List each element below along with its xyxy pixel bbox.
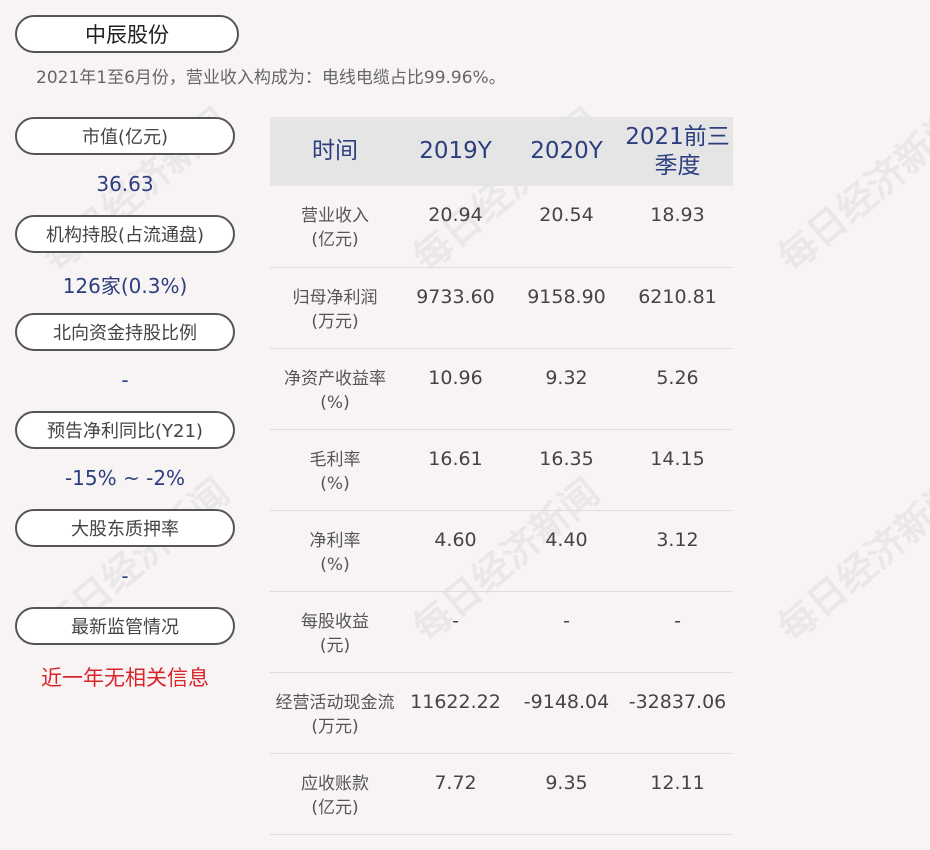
row-label: 净利率 (%) bbox=[270, 510, 400, 592]
table-row: 应收账款 (亿元) 7.72 9.35 12.11 bbox=[270, 753, 733, 835]
header-2019: 2019Y bbox=[400, 117, 511, 186]
cell-value: 9733.60 bbox=[400, 267, 511, 349]
market-cap-label: 市值(亿元) bbox=[15, 117, 235, 155]
cell-value: 11622.22 bbox=[400, 672, 511, 754]
cell-value: 9.32 bbox=[511, 348, 622, 430]
company-title: 中辰股份 bbox=[15, 15, 239, 53]
revenue-composition-note: 2021年1至6月份，营业收入构成为：电线电缆占比99.96%。 bbox=[36, 68, 506, 88]
cell-value: -9148.04 bbox=[511, 672, 622, 754]
table-row: 归母净利润 (万元) 9733.60 9158.90 6210.81 bbox=[270, 267, 733, 349]
market-cap-value: 36.63 bbox=[96, 172, 154, 196]
row-label: 经营活动现金流 (万元) bbox=[270, 672, 400, 754]
table-row: 每股收益 (元) - - - bbox=[270, 591, 733, 673]
cell-value: - bbox=[511, 591, 622, 673]
profit-forecast-value: -15% ~ -2% bbox=[64, 466, 186, 490]
row-label: 净资产收益率 (%) bbox=[270, 348, 400, 430]
cell-value: 4.60 bbox=[400, 510, 511, 592]
header-2021q3: 2021前三季度 bbox=[622, 117, 733, 186]
table-row: 经营活动现金流 (万元) 11622.22 -9148.04 -32837.06 bbox=[270, 672, 733, 754]
regulation-label: 最新监管情况 bbox=[15, 607, 235, 645]
cell-value: 4.40 bbox=[511, 510, 622, 592]
cell-value: - bbox=[400, 591, 511, 673]
table-row: 毛利率 (%) 16.61 16.35 14.15 bbox=[270, 429, 733, 511]
cell-value: 14.15 bbox=[622, 429, 733, 511]
financial-table: 时间 2019Y 2020Y 2021前三季度 营业收入 (亿元) 20.94 2… bbox=[270, 117, 733, 835]
pledge-ratio-value: - bbox=[121, 564, 129, 588]
cell-value: 5.26 bbox=[622, 348, 733, 430]
northbound-ratio-value: - bbox=[121, 368, 129, 392]
cell-value: 18.93 bbox=[622, 186, 733, 268]
cell-value: 3.12 bbox=[622, 510, 733, 592]
cell-value: 16.35 bbox=[511, 429, 622, 511]
watermark: 每日经济新闻 bbox=[769, 470, 930, 651]
cell-value: 10.96 bbox=[400, 348, 511, 430]
cell-value: 20.94 bbox=[400, 186, 511, 268]
institutional-holding-value: 126家(0.3%) bbox=[62, 274, 188, 298]
row-label: 营业收入 (亿元) bbox=[270, 186, 400, 268]
cell-value: 20.54 bbox=[511, 186, 622, 268]
row-label: 应收账款 (亿元) bbox=[270, 753, 400, 835]
profit-forecast-label: 预告净利同比(Y21) bbox=[15, 411, 235, 449]
cell-value: 9158.90 bbox=[511, 267, 622, 349]
row-label: 归母净利润 (万元) bbox=[270, 267, 400, 349]
cell-value: 12.11 bbox=[622, 753, 733, 835]
cell-value: - bbox=[622, 591, 733, 673]
watermark: 每日经济新闻 bbox=[769, 100, 930, 281]
cell-value: 7.72 bbox=[400, 753, 511, 835]
cell-value: 9.35 bbox=[511, 753, 622, 835]
cell-value: 6210.81 bbox=[622, 267, 733, 349]
pledge-ratio-label: 大股东质押率 bbox=[15, 509, 235, 547]
header-period: 时间 bbox=[270, 117, 400, 186]
table-row: 净资产收益率 (%) 10.96 9.32 5.26 bbox=[270, 348, 733, 430]
table-row: 营业收入 (亿元) 20.94 20.54 18.93 bbox=[270, 186, 733, 268]
northbound-ratio-label: 北向资金持股比例 bbox=[15, 313, 235, 351]
regulation-value: 近一年无相关信息 bbox=[41, 666, 209, 690]
institutional-holding-label: 机构持股(占流通盘) bbox=[15, 215, 235, 253]
header-2020: 2020Y bbox=[511, 117, 622, 186]
table-header-row: 时间 2019Y 2020Y 2021前三季度 bbox=[270, 117, 733, 186]
row-label: 毛利率 (%) bbox=[270, 429, 400, 511]
cell-value: 16.61 bbox=[400, 429, 511, 511]
cell-value: -32837.06 bbox=[622, 672, 733, 754]
table-row: 净利率 (%) 4.60 4.40 3.12 bbox=[270, 510, 733, 592]
row-label: 每股收益 (元) bbox=[270, 591, 400, 673]
